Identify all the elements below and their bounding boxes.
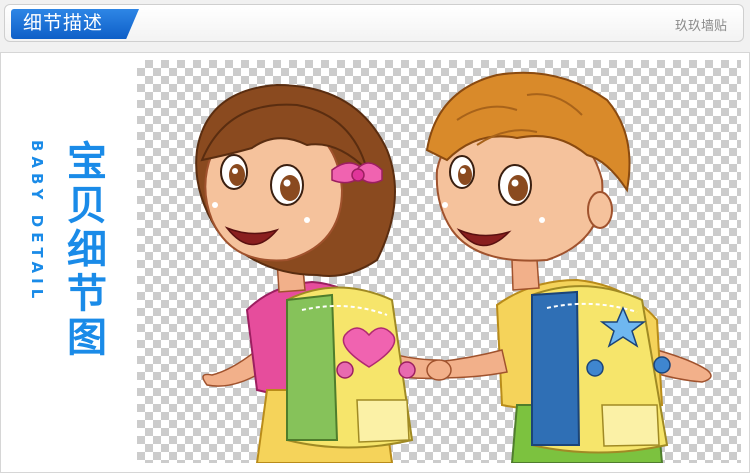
side-title-char: 细: [67, 228, 107, 272]
header-bar: 细节描述 玖玖墙贴: [4, 4, 744, 42]
side-title-chinese: 宝 贝 细 节 图: [62, 140, 112, 360]
boy-figure: [425, 71, 712, 463]
side-title-char: 图: [67, 316, 107, 360]
side-title-char: 贝: [67, 184, 107, 228]
side-title-char: 宝: [67, 140, 107, 184]
brand-label: 玖玖墙贴: [674, 18, 727, 33]
side-title-english: BABY DETAIL: [28, 140, 46, 304]
detail-tab-label: 细节描述: [23, 13, 104, 34]
side-title-char: 节: [67, 272, 107, 316]
kids-illustration: [195, 71, 712, 463]
girl-figure: [195, 83, 443, 463]
detail-tab[interactable]: 细节描述: [11, 9, 139, 39]
